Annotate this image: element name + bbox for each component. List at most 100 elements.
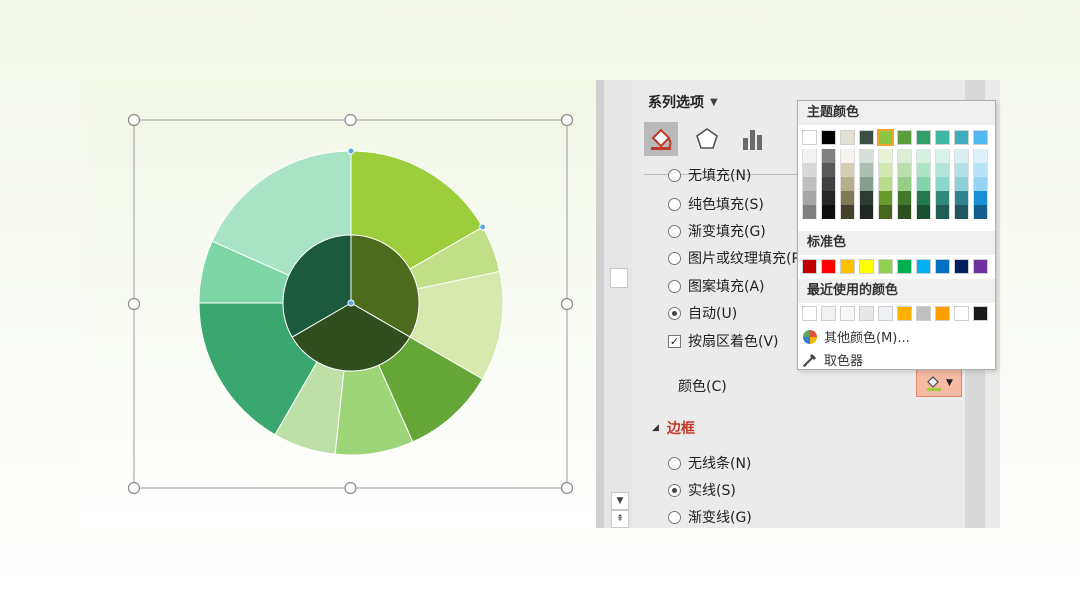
- shade-swatch-10-2[interactable]: [973, 163, 988, 177]
- shade-swatch-8-4[interactable]: [935, 191, 950, 205]
- standard-color-swatch-3[interactable]: [840, 259, 855, 274]
- theme-color-swatch-10[interactable]: [973, 130, 988, 145]
- sunburst-chart[interactable]: [81, 80, 596, 528]
- collapse-triangle-icon[interactable]: ◢: [652, 423, 659, 433]
- shade-swatch-1-3[interactable]: [802, 177, 817, 191]
- shade-swatch-10-5[interactable]: [973, 205, 988, 219]
- shade-swatch-8-3[interactable]: [935, 177, 950, 191]
- shade-swatch-2-4[interactable]: [821, 191, 836, 205]
- standard-color-swatch-10[interactable]: [973, 259, 988, 274]
- fill-option-pattern[interactable]: 图案填充(A): [668, 276, 765, 296]
- scroll-thumb[interactable]: [610, 268, 628, 288]
- theme-color-swatch-2[interactable]: [821, 130, 836, 145]
- standard-color-swatch-9[interactable]: [954, 259, 969, 274]
- shade-swatch-8-1[interactable]: [935, 149, 950, 163]
- shade-swatch-10-1[interactable]: [973, 149, 988, 163]
- shade-swatch-3-5[interactable]: [840, 205, 855, 219]
- checkmark-icon[interactable]: ✓: [668, 334, 681, 348]
- radio-icon[interactable]: [668, 251, 681, 265]
- shade-swatch-5-4[interactable]: [878, 191, 893, 205]
- data-point-handle-3[interactable]: [347, 299, 355, 307]
- fill-option-none[interactable]: 无填充(N): [668, 168, 751, 182]
- shade-swatch-2-1[interactable]: [821, 149, 836, 163]
- radio-checked-icon[interactable]: [668, 483, 681, 497]
- theme-color-swatch-4[interactable]: [859, 130, 874, 145]
- scroll-to-top-button[interactable]: ⇞: [611, 510, 629, 528]
- shade-swatch-4-1[interactable]: [859, 149, 874, 163]
- shade-swatch-8-5[interactable]: [935, 205, 950, 219]
- resize-handle-5[interactable]: [560, 297, 574, 311]
- shade-swatch-5-1[interactable]: [878, 149, 893, 163]
- recent-color-swatch-3[interactable]: [840, 306, 855, 321]
- shade-swatch-2-5[interactable]: [821, 205, 836, 219]
- shade-swatch-5-3[interactable]: [878, 177, 893, 191]
- shade-swatch-1-4[interactable]: [802, 191, 817, 205]
- fill-line-icon[interactable]: [644, 122, 678, 156]
- data-point-handle-2[interactable]: [479, 223, 487, 231]
- radio-checked-icon[interactable]: [668, 306, 681, 320]
- fill-color-button[interactable]: ▼: [916, 369, 962, 397]
- border-section-header[interactable]: ◢ 边框: [652, 418, 695, 438]
- shade-swatch-4-5[interactable]: [859, 205, 874, 219]
- shade-swatch-7-3[interactable]: [916, 177, 931, 191]
- theme-color-swatch-5[interactable]: [877, 129, 894, 146]
- shade-swatch-9-1[interactable]: [954, 149, 969, 163]
- shade-swatch-1-2[interactable]: [802, 163, 817, 177]
- shade-swatch-5-5[interactable]: [878, 205, 893, 219]
- theme-color-swatch-6[interactable]: [897, 130, 912, 145]
- resize-handle-6[interactable]: [127, 481, 141, 495]
- chart-canvas[interactable]: [81, 80, 596, 528]
- shade-swatch-7-4[interactable]: [916, 191, 931, 205]
- resize-handle-4[interactable]: [127, 297, 141, 311]
- fill-option-gradient[interactable]: 渐变填充(G): [668, 221, 766, 241]
- recent-color-swatch-2[interactable]: [821, 306, 836, 321]
- recent-color-swatch-10[interactable]: [973, 306, 988, 321]
- shade-swatch-1-5[interactable]: [802, 205, 817, 219]
- canvas-scrollbar[interactable]: ▼ ⇞: [596, 80, 632, 528]
- recent-color-swatch-6[interactable]: [897, 306, 912, 321]
- vary-colors-checkbox[interactable]: ✓ 按扇区着色(V): [668, 331, 779, 351]
- standard-color-swatch-7[interactable]: [916, 259, 931, 274]
- shade-swatch-7-2[interactable]: [916, 163, 931, 177]
- radio-icon[interactable]: [668, 168, 681, 182]
- shade-swatch-9-2[interactable]: [954, 163, 969, 177]
- recent-color-swatch-7[interactable]: [916, 306, 931, 321]
- standard-color-swatch-1[interactable]: [802, 259, 817, 274]
- theme-color-swatch-9[interactable]: [954, 130, 969, 145]
- border-option-gradient[interactable]: 渐变线(G): [668, 507, 752, 527]
- effects-pentagon-icon[interactable]: [690, 122, 724, 156]
- shade-swatch-4-3[interactable]: [859, 177, 874, 191]
- shade-swatch-7-1[interactable]: [916, 149, 931, 163]
- theme-color-swatch-8[interactable]: [935, 130, 950, 145]
- shade-swatch-6-5[interactable]: [897, 205, 912, 219]
- shade-swatch-2-2[interactable]: [821, 163, 836, 177]
- more-colors-item[interactable]: 其他颜色(M)...: [802, 327, 910, 346]
- shade-swatch-10-4[interactable]: [973, 191, 988, 205]
- recent-color-swatch-9[interactable]: [954, 306, 969, 321]
- shade-swatch-3-1[interactable]: [840, 149, 855, 163]
- theme-color-swatch-3[interactable]: [840, 130, 855, 145]
- scroll-down-button[interactable]: ▼: [611, 492, 629, 510]
- shade-swatch-9-3[interactable]: [954, 177, 969, 191]
- shade-swatch-7-5[interactable]: [916, 205, 931, 219]
- border-option-solid[interactable]: 实线(S): [668, 480, 736, 500]
- fill-option-picture[interactable]: 图片或纹理填充(P): [668, 248, 805, 268]
- series-options-bars-icon[interactable]: [736, 122, 770, 156]
- recent-color-swatch-8[interactable]: [935, 306, 950, 321]
- shade-swatch-3-3[interactable]: [840, 177, 855, 191]
- radio-icon[interactable]: [668, 456, 681, 470]
- theme-color-swatch-7[interactable]: [916, 130, 931, 145]
- panel-title[interactable]: 系列选项 ▼: [648, 92, 718, 112]
- recent-color-swatch-5[interactable]: [878, 306, 893, 321]
- resize-handle-8[interactable]: [560, 481, 574, 495]
- shade-swatch-4-4[interactable]: [859, 191, 874, 205]
- resize-handle-7[interactable]: [344, 481, 357, 495]
- shade-swatch-8-2[interactable]: [935, 163, 950, 177]
- shade-swatch-6-3[interactable]: [897, 177, 912, 191]
- data-point-handle-1[interactable]: [347, 147, 355, 155]
- recent-color-swatch-1[interactable]: [802, 306, 817, 321]
- shade-swatch-10-3[interactable]: [973, 177, 988, 191]
- standard-color-swatch-2[interactable]: [821, 259, 836, 274]
- fill-option-auto[interactable]: 自动(U): [668, 303, 737, 323]
- radio-icon[interactable]: [668, 279, 681, 293]
